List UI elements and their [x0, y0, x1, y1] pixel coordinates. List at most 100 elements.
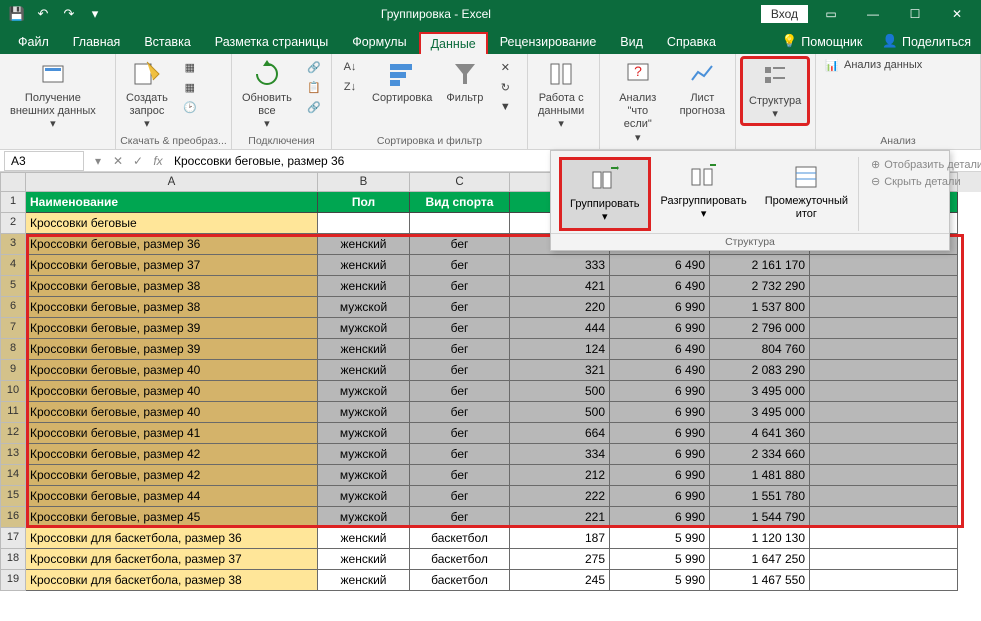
cell[interactable] — [810, 297, 958, 318]
whatif-button[interactable]: ?Анализ "что если" ▾ — [604, 56, 672, 147]
cell[interactable]: 6 990 — [610, 318, 710, 339]
select-all-corner[interactable] — [0, 172, 26, 192]
tab-formulas[interactable]: Формулы — [340, 30, 418, 54]
qat-more-icon[interactable]: ▾ — [84, 3, 106, 25]
cell[interactable] — [810, 507, 958, 528]
tab-review[interactable]: Рецензирование — [488, 30, 609, 54]
cell[interactable] — [810, 318, 958, 339]
row-header[interactable]: 1 — [0, 192, 26, 213]
cell[interactable]: Кроссовки беговые, размер 41 — [26, 423, 318, 444]
cell[interactable]: Кроссовки беговые, размер 37 — [26, 255, 318, 276]
cell[interactable]: бег — [410, 381, 510, 402]
cell[interactable]: баскетбол — [410, 570, 510, 591]
cell[interactable]: бег — [410, 339, 510, 360]
cell[interactable]: 321 — [510, 360, 610, 381]
ribbon-options-icon[interactable]: ▭ — [811, 2, 851, 26]
cell[interactable]: 444 — [510, 318, 610, 339]
cell[interactable] — [810, 444, 958, 465]
tab-data[interactable]: Данные — [419, 32, 488, 54]
filter-button[interactable]: Фильтр — [440, 56, 489, 107]
cell[interactable] — [318, 213, 410, 234]
cell[interactable]: мужской — [318, 318, 410, 339]
data-tools-button[interactable]: Работа с данными ▾ — [532, 56, 590, 134]
cell[interactable]: 804 760 — [710, 339, 810, 360]
cell[interactable]: Кроссовки беговые, размер 38 — [26, 276, 318, 297]
cell[interactable]: 187 — [510, 528, 610, 549]
cell[interactable]: мужской — [318, 423, 410, 444]
row-header[interactable]: 12 — [0, 423, 26, 444]
assistant-button[interactable]: 💡Помощник — [772, 29, 873, 54]
cell[interactable] — [810, 486, 958, 507]
cell[interactable]: Кроссовки беговые, размер 42 — [26, 465, 318, 486]
cell[interactable]: бег — [410, 360, 510, 381]
cell[interactable]: 6 990 — [610, 507, 710, 528]
cell[interactable]: 6 990 — [610, 297, 710, 318]
cell[interactable]: 2 796 000 — [710, 318, 810, 339]
cell[interactable]: Кроссовки для баскетбола, размер 38 — [26, 570, 318, 591]
get-external-data-button[interactable]: Получение внешних данных ▾ — [4, 56, 102, 134]
cell[interactable]: 6 490 — [610, 276, 710, 297]
cell[interactable]: женский — [318, 339, 410, 360]
group-button[interactable]: Группировать▾ — [559, 157, 651, 231]
row-header[interactable]: 7 — [0, 318, 26, 339]
row-header[interactable]: 18 — [0, 549, 26, 570]
row-header[interactable]: 17 — [0, 528, 26, 549]
row-header[interactable]: 8 — [0, 339, 26, 360]
cell[interactable]: мужской — [318, 444, 410, 465]
cell[interactable]: баскетбол — [410, 528, 510, 549]
tab-insert[interactable]: Вставка — [132, 30, 202, 54]
row-header[interactable]: 14 — [0, 465, 26, 486]
row-header[interactable]: 6 — [0, 297, 26, 318]
cell[interactable] — [810, 423, 958, 444]
cell[interactable]: 1 467 550 — [710, 570, 810, 591]
row-header[interactable]: 10 — [0, 381, 26, 402]
cell[interactable]: Кроссовки беговые, размер 36 — [26, 234, 318, 255]
cell[interactable]: 5 990 — [610, 549, 710, 570]
col-header-c[interactable]: C — [410, 172, 510, 192]
close-icon[interactable]: ✕ — [937, 2, 977, 26]
row-header[interactable]: 15 — [0, 486, 26, 507]
cell[interactable]: Наименование — [26, 192, 318, 213]
cell[interactable]: 5 990 — [610, 570, 710, 591]
cell[interactable]: бег — [410, 402, 510, 423]
tab-help[interactable]: Справка — [655, 30, 728, 54]
cell[interactable]: Кроссовки беговые, размер 45 — [26, 507, 318, 528]
row-header[interactable]: 2 — [0, 213, 26, 234]
cell[interactable] — [810, 360, 958, 381]
cell[interactable] — [810, 276, 958, 297]
cell[interactable]: женский — [318, 276, 410, 297]
cell[interactable] — [810, 339, 958, 360]
cell[interactable]: 3 495 000 — [710, 402, 810, 423]
cell[interactable]: Кроссовки беговые, размер 40 — [26, 402, 318, 423]
cell[interactable]: Кроссовки беговые, размер 40 — [26, 360, 318, 381]
tab-layout[interactable]: Разметка страницы — [203, 30, 340, 54]
cell[interactable] — [810, 549, 958, 570]
cell[interactable] — [810, 381, 958, 402]
cell[interactable]: 3 495 000 — [710, 381, 810, 402]
redo-icon[interactable]: ↷ — [58, 3, 80, 25]
cell[interactable]: мужской — [318, 486, 410, 507]
cell[interactable]: мужской — [318, 297, 410, 318]
cell[interactable]: 212 — [510, 465, 610, 486]
cell[interactable]: Кроссовки беговые, размер 40 — [26, 381, 318, 402]
cell[interactable] — [810, 255, 958, 276]
cell[interactable]: 1 481 880 — [710, 465, 810, 486]
recent-sources-button[interactable]: 🕑 — [178, 98, 202, 116]
row-header[interactable]: 3 — [0, 234, 26, 255]
cell[interactable]: женский — [318, 570, 410, 591]
cell[interactable]: 6 990 — [610, 423, 710, 444]
cell[interactable]: 6 990 — [610, 486, 710, 507]
cell[interactable] — [410, 213, 510, 234]
cell[interactable]: бег — [410, 276, 510, 297]
row-header[interactable]: 9 — [0, 360, 26, 381]
row-header[interactable]: 4 — [0, 255, 26, 276]
cell[interactable]: женский — [318, 528, 410, 549]
row-header[interactable]: 19 — [0, 570, 26, 591]
tab-view[interactable]: Вид — [608, 30, 655, 54]
cell[interactable]: 500 — [510, 381, 610, 402]
share-button[interactable]: 👤Поделиться — [872, 29, 981, 54]
cell[interactable]: мужской — [318, 465, 410, 486]
cell[interactable]: 6 990 — [610, 381, 710, 402]
cell[interactable]: мужской — [318, 507, 410, 528]
cell[interactable]: 1 120 130 — [710, 528, 810, 549]
